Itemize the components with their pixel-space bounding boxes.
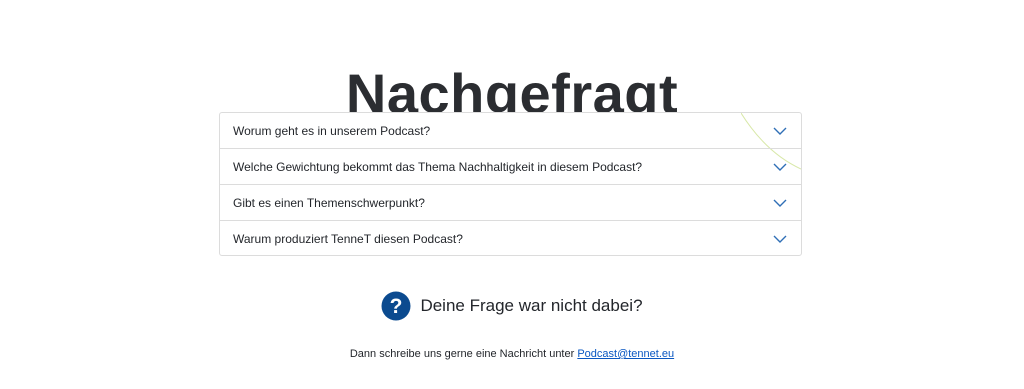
faq-item-why-tennet[interactable]: Warum produziert TenneT diesen Podcast? [220,221,801,255]
ask-question-section: ? Deine Frage war nicht dabei? [0,291,1024,321]
ask-heading: Deine Frage war nicht dabei? [420,296,643,315]
faq-page: Nachgefragt Worum geht es in unserem Pod… [0,0,1024,389]
chevron-down-icon [773,235,787,243]
faq-item-sustainability[interactable]: Welche Gewichtung bekommt das Thema Nach… [220,149,801,185]
contact-email-link[interactable]: Podcast@tennet.eu [577,348,674,360]
chevron-down-icon [773,127,787,135]
faq-question: Worum geht es in unserem Podcast? [233,123,431,138]
chevron-down-icon [773,163,787,171]
question-icon: ? [381,291,411,321]
faq-item-podcast-topic[interactable]: Worum geht es in unserem Podcast? [220,113,801,149]
contact-line: Dann schreibe uns gerne eine Nachricht u… [0,348,1024,360]
contact-text: Dann schreibe uns gerne eine Nachricht u… [349,348,578,360]
faq-accordion: Worum geht es in unserem Podcast? Welche… [219,112,802,256]
faq-question: Gibt es einen Themenschwerpunkt? [233,195,425,210]
faq-question: Welche Gewichtung bekommt das Thema Nach… [233,159,643,174]
chevron-down-icon [773,199,787,207]
faq-question: Warum produziert TenneT diesen Podcast? [233,232,463,246]
faq-item-focus-topic[interactable]: Gibt es einen Themenschwerpunkt? [220,185,801,221]
svg-text:?: ? [390,295,403,318]
